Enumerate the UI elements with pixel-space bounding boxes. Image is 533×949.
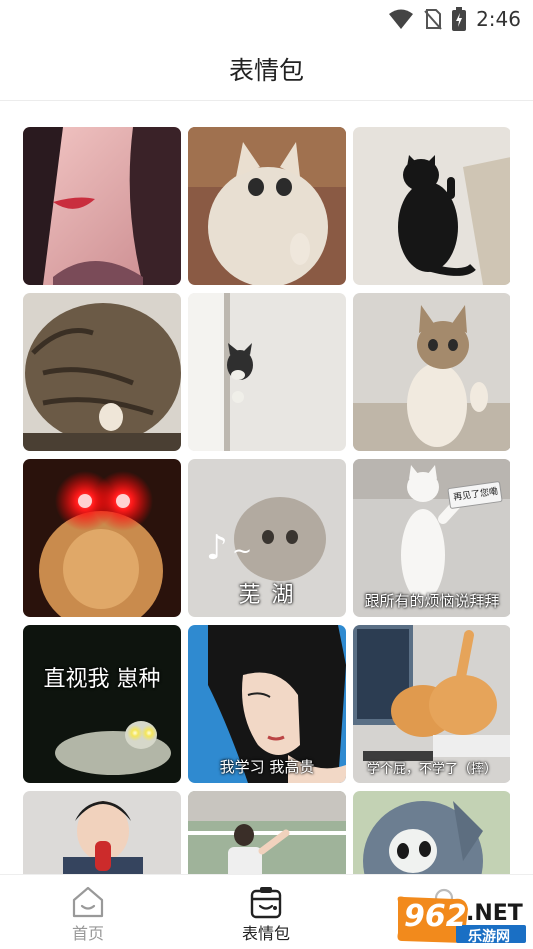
nav-label-stickers: 表情包 <box>241 924 290 943</box>
sticker-image-cartoon-cat-tom <box>353 791 510 874</box>
sticker-caption: 学个屁，不学了（摔） <box>366 762 497 777</box>
sticker-image-crying-cat-thumbs-up <box>188 127 346 285</box>
sticker-item[interactable] <box>188 293 346 451</box>
sticker-item[interactable]: 直视我 崽种 <box>23 625 181 783</box>
sticker-item[interactable] <box>23 791 181 874</box>
sticker-item[interactable] <box>23 127 181 285</box>
sticker-image-tabby-cat-sleeping <box>23 293 181 451</box>
sticker-item[interactable]: 再见了您嘞 跟所有的烦恼说拜拜 <box>353 459 510 617</box>
no-sim-icon <box>424 9 442 30</box>
sticker-image-boy-with-snack <box>23 791 181 874</box>
sticker-grid[interactable]: ♪ ~ 芜 湖 再见了您嘞 跟所有的烦恼说拜拜 直视我 崽种 我学习 我高贵 学… <box>23 127 510 874</box>
sticker-box-icon <box>250 887 282 919</box>
nav-item-stickers[interactable]: 表情包 <box>216 875 316 949</box>
watermark-logo: 962 .NET 乐游网 <box>394 895 528 947</box>
home-icon <box>72 886 104 918</box>
app-header: 表情包 <box>0 38 533 101</box>
status-time: 2:46 <box>476 7 521 31</box>
sticker-item[interactable] <box>353 791 510 874</box>
wifi-icon <box>389 9 414 29</box>
sticker-item[interactable] <box>188 127 346 285</box>
nav-item-home[interactable]: 首页 <box>38 875 138 949</box>
nav-label-home: 首页 <box>71 924 104 943</box>
sticker-item[interactable] <box>23 459 181 617</box>
sticker-item[interactable]: 学个屁，不学了（摔） <box>353 625 510 783</box>
svg-text:♪: ♪ <box>206 528 228 568</box>
sticker-item[interactable] <box>188 791 346 874</box>
sticker-caption: 我学习 我高贵 <box>219 758 315 776</box>
sticker-image-cat-peeking-door <box>188 293 346 451</box>
sticker-item[interactable]: 我学习 我高贵 <box>188 625 346 783</box>
battery-charging-icon <box>452 7 467 31</box>
sticker-image-black-cat-middle-finger <box>353 127 510 285</box>
sticker-image-kitten-thumbs-up <box>353 293 510 451</box>
watermark-subtitle: 乐游网 <box>468 929 510 945</box>
sticker-image-cat-glowing-eyes-dark <box>23 625 181 783</box>
sticker-caption: 直视我 崽种 <box>43 667 161 692</box>
sticker-image-cat-laser-eyes <box>23 459 181 617</box>
status-bar: 2:46 <box>0 0 533 38</box>
sticker-item[interactable]: ♪ ~ 芜 湖 <box>188 459 346 617</box>
sticker-item[interactable] <box>23 293 181 451</box>
sticker-item[interactable] <box>353 127 510 285</box>
watermark-suffix: .NET <box>466 901 523 926</box>
svg-text:~: ~ <box>232 537 252 565</box>
status-icons: 2:46 <box>388 6 521 32</box>
sticker-image-girl-lips <box>23 127 181 285</box>
watermark-number: 962 <box>404 899 467 934</box>
sticker-image-boy-running-field <box>188 791 346 874</box>
sticker-caption: 跟所有的烦恼说拜拜 <box>364 592 500 610</box>
sticker-caption: 芜 湖 <box>238 583 296 608</box>
page-title: 表情包 <box>228 56 304 85</box>
sticker-item[interactable] <box>353 293 510 451</box>
